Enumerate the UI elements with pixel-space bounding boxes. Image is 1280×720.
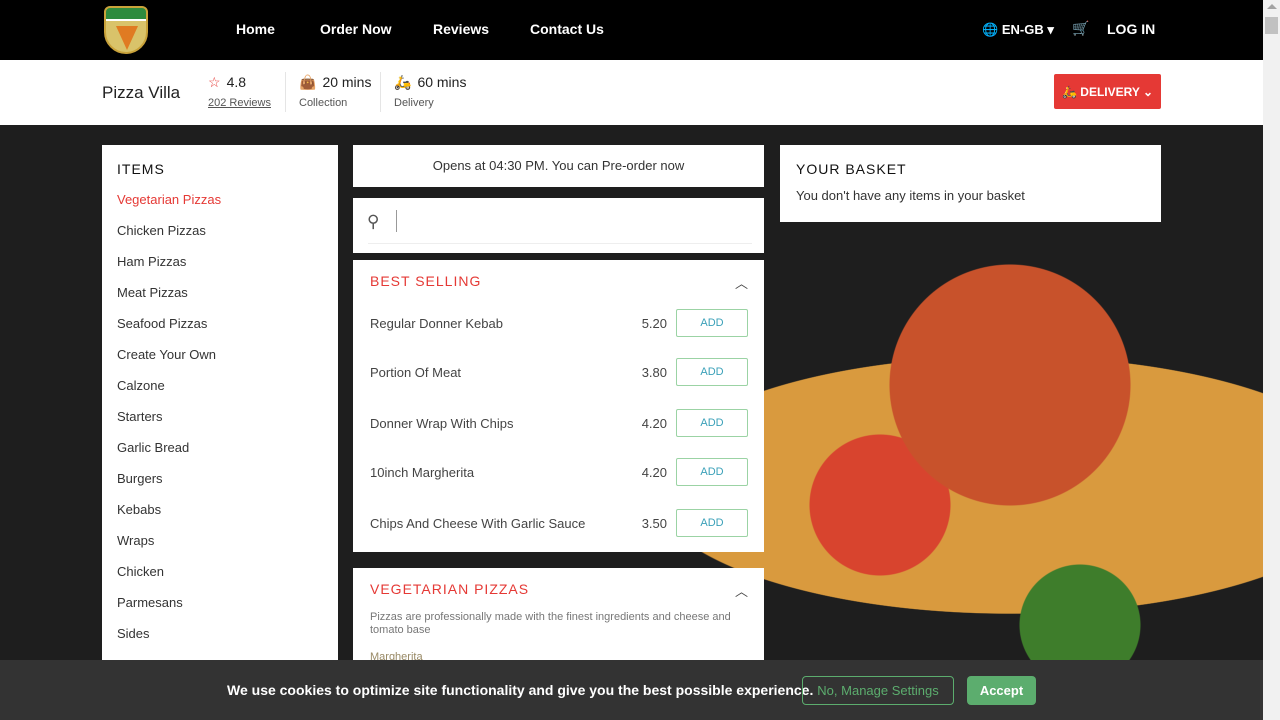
collection-time: 👜 20 mins Collection xyxy=(299,74,372,109)
items-sidebar: ITEMS Vegetarian Pizzas Chicken Pizzas Ham… xyxy=(102,145,338,665)
sidebar-item[interactable]: Create Your Own xyxy=(117,346,323,377)
scooter-icon: 🛵 xyxy=(394,74,412,90)
chevron-up-icon[interactable]: ︿ xyxy=(735,581,748,600)
menu-item-price: 4.20 xyxy=(641,465,667,480)
sidebar-item[interactable]: Wraps xyxy=(117,532,323,563)
delivery-mode-button[interactable]: 🛵 DELIVERY ⌄ xyxy=(1054,74,1161,109)
pizza-villa-logo[interactable] xyxy=(104,6,148,54)
sidebar-item[interactable]: Chicken xyxy=(117,563,323,594)
nav-reviews[interactable]: Reviews xyxy=(433,21,489,37)
menu-item-name: 10inch Margherita xyxy=(370,465,475,480)
cookie-message: We use cookies to optimize site function… xyxy=(227,682,814,698)
menu-item-name: Donner Wrap With Chips xyxy=(370,416,514,431)
language-selector[interactable]: 🌐 EN-GB ▾ xyxy=(982,22,1054,38)
sidebar-item[interactable]: Vegetarian Pizzas xyxy=(117,191,323,222)
star-icon: ☆ xyxy=(208,74,221,90)
nav-home[interactable]: Home xyxy=(236,21,275,37)
sidebar-item[interactable]: Burgers xyxy=(117,470,323,501)
sidebar-item[interactable]: Chicken Pizzas xyxy=(117,222,323,253)
menu-item-price: 5.20 xyxy=(641,316,667,331)
basket-empty-message: You don't have any items in your basket xyxy=(796,188,1025,203)
menu-item-name: Regular Donner Kebab xyxy=(370,316,503,331)
search-icon: ⚲ xyxy=(367,212,380,231)
caret-down-icon: ▾ xyxy=(1047,22,1054,37)
menu-item-row: Portion Of Meat 3.80 ADD xyxy=(353,352,764,402)
add-button[interactable]: ADD xyxy=(676,458,748,486)
vegetarian-pizzas-section: VEGETARIAN PIZZAS ︿ Pizzas are professio… xyxy=(353,568,764,668)
divider xyxy=(285,72,286,112)
menu-item-name: Chips And Cheese With Garlic Sauce xyxy=(370,516,586,531)
globe-icon: 🌐 xyxy=(982,22,999,37)
sidebar-item[interactable]: Seafood Pizzas xyxy=(117,315,323,346)
basket-title: YOUR BASKET xyxy=(796,161,907,177)
scroll-up-arrow-icon[interactable] xyxy=(1267,4,1277,9)
scooter-icon: 🛵 xyxy=(1062,84,1077,99)
sidebar-item[interactable]: Parmesans xyxy=(117,594,323,625)
nav-order-now[interactable]: Order Now xyxy=(320,21,392,37)
section-description: Pizzas are professionally made with the … xyxy=(370,611,731,636)
bag-icon: 👜 xyxy=(299,74,317,90)
scrollbar[interactable] xyxy=(1263,0,1280,720)
chevron-up-icon[interactable]: ︿ xyxy=(735,273,748,292)
divider xyxy=(368,243,752,244)
top-nav: Home Order Now Reviews Contact Us 🌐 EN-G… xyxy=(0,0,1263,60)
sidebar-item[interactable]: Ham Pizzas xyxy=(117,253,323,284)
add-button[interactable]: ADD xyxy=(676,509,748,537)
section-title: BEST SELLING xyxy=(370,273,482,289)
section-title: VEGETARIAN PIZZAS xyxy=(370,581,530,597)
menu-item-row: Chips And Cheese With Garlic Sauce 3.50 AD… xyxy=(353,503,764,553)
best-selling-section: BEST SELLING ︿ Regular Donner Kebab 5.20 A… xyxy=(353,260,764,552)
search-box: ⚲ xyxy=(353,198,764,253)
sidebar-item[interactable]: Kebabs xyxy=(117,501,323,532)
delivery-time: 🛵 60 mins Delivery xyxy=(394,74,467,109)
menu-item-name: Portion Of Meat xyxy=(370,365,462,380)
basket-panel: YOUR BASKET You don't have any items in … xyxy=(780,145,1161,222)
reviews-link[interactable]: 202 Reviews xyxy=(208,97,271,109)
add-button[interactable]: ADD xyxy=(676,409,748,437)
cookie-banner: We use cookies to optimize site function… xyxy=(0,660,1263,720)
sidebar-item[interactable]: Meat Pizzas xyxy=(117,284,323,315)
add-button[interactable]: ADD xyxy=(676,309,748,337)
accept-cookies-button[interactable]: Accept xyxy=(967,676,1036,705)
items-title: ITEMS xyxy=(117,161,165,177)
sidebar-item[interactable]: Starters xyxy=(117,408,323,439)
nav-contact-us[interactable]: Contact Us xyxy=(530,21,604,37)
rating: ☆ 4.8 202 Reviews xyxy=(208,74,271,109)
restaurant-name: Pizza Villa xyxy=(102,83,181,102)
chevron-down-icon: ⌄ xyxy=(1143,84,1154,99)
menu-item-price: 4.20 xyxy=(641,416,667,431)
manage-settings-button[interactable]: No, Manage Settings xyxy=(802,676,954,705)
menu-item-row: Donner Wrap With Chips 4.20 ADD xyxy=(353,403,764,453)
sidebar-item[interactable]: Calzone xyxy=(117,377,323,408)
sidebar-item[interactable]: Sides xyxy=(117,625,323,656)
menu-item-price: 3.80 xyxy=(641,365,667,380)
menu-item-row: 10inch Margherita 4.20 ADD xyxy=(353,452,764,502)
scrollbar-thumb[interactable] xyxy=(1265,17,1278,34)
opening-notice: Opens at 04:30 PM. You can Pre-order now xyxy=(353,145,764,187)
search-input[interactable] xyxy=(396,210,736,232)
cart-icon[interactable]: 🛒 xyxy=(1072,20,1089,37)
menu-item-row: Regular Donner Kebab 5.20 ADD xyxy=(353,303,764,353)
add-button[interactable]: ADD xyxy=(676,358,748,386)
login-link[interactable]: LOG IN xyxy=(1107,21,1155,37)
menu-item-price: 3.50 xyxy=(641,516,667,531)
divider xyxy=(380,72,381,112)
sidebar-item[interactable]: Garlic Bread xyxy=(117,439,323,470)
